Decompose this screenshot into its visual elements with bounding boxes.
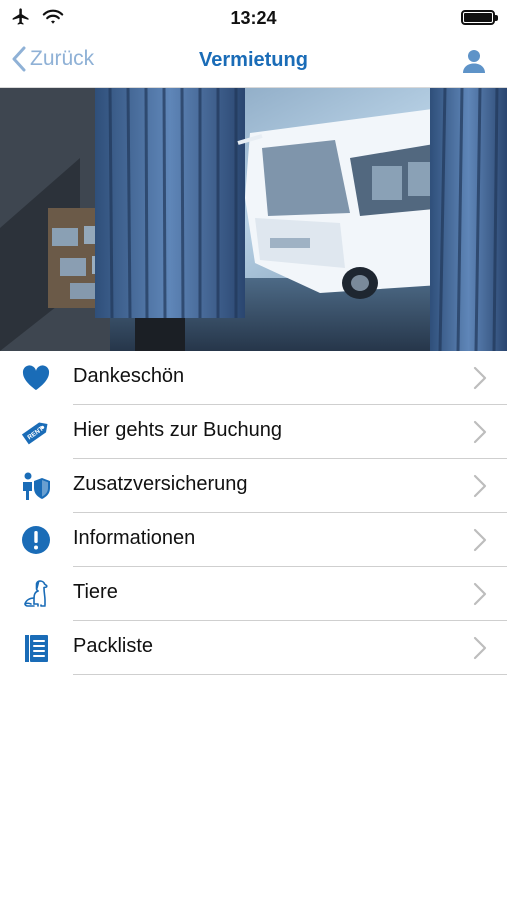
profile-icon[interactable] — [461, 48, 487, 74]
info-exclamation-icon — [22, 526, 50, 554]
menu-item-zusatzversicherung[interactable]: Zusatzversicherung — [0, 459, 507, 513]
menu-item-buchung[interactable]: RENT Hier gehts zur Buchung — [0, 405, 507, 459]
back-button-label: Zurück — [30, 47, 95, 70]
chevron-right-icon — [473, 636, 487, 660]
heart-icon — [22, 365, 50, 390]
chevron-right-icon — [473, 366, 487, 390]
menu-item-dankeschoen[interactable]: Dankeschön — [0, 351, 507, 405]
menu-list: Dankeschön RENT Hier gehts zur Buchung Z… — [0, 351, 507, 675]
status-bar: 13:24 — [0, 0, 507, 36]
status-time: 13:24 — [230, 8, 277, 28]
menu-item-label: Dankeschön — [73, 365, 185, 387]
chevron-right-icon — [473, 582, 487, 606]
menu-item-label: Packliste — [73, 635, 154, 657]
checklist-icon — [25, 635, 48, 662]
chevron-right-icon — [473, 528, 487, 552]
menu-item-label: Zusatzversicherung — [73, 473, 248, 495]
menu-item-label: Hier gehts zur Buchung — [73, 419, 283, 441]
divider — [73, 674, 507, 675]
menu-item-informationen[interactable]: Informationen — [0, 513, 507, 567]
chevron-right-icon — [473, 474, 487, 498]
menu-item-tiere[interactable]: Tiere — [0, 567, 507, 621]
menu-item-label: Tiere — [73, 581, 118, 603]
menu-item-label: Informationen — [73, 527, 196, 549]
navigation-bar: Zurück Vermietung — [0, 36, 507, 88]
back-button[interactable]: Zurück — [12, 46, 94, 72]
menu-item-packliste[interactable]: Packliste — [0, 621, 507, 675]
battery-icon — [461, 10, 498, 25]
insurance-shield-icon — [23, 472, 50, 500]
chevron-left-icon — [12, 46, 26, 72]
dog-icon — [24, 580, 48, 607]
chevron-right-icon — [473, 420, 487, 444]
rent-tag-icon: RENT — [21, 422, 48, 445]
hero-image-motorhome — [0, 88, 507, 351]
